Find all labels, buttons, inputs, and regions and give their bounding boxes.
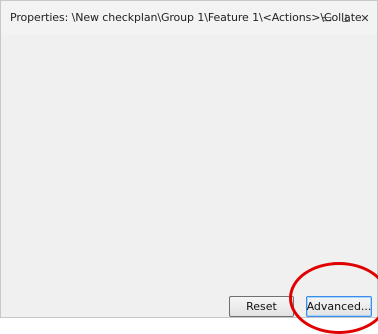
properties-panel: Properties: \New checkplan\Group 1\Featu… — [0, 0, 378, 318]
properties-content-area — [1, 35, 377, 283]
panel-title: Properties: \New checkplan\Group 1\Featu… — [10, 11, 362, 24]
panel-footer: Reset Advanced... — [1, 283, 377, 317]
panel-titlebar: Properties: \New checkplan\Group 1\Featu… — [1, 1, 377, 35]
panel-window-controls: ▭ ⊥ ✕ — [319, 8, 373, 28]
close-icon[interactable]: ✕ — [357, 10, 373, 26]
reset-button[interactable]: Reset — [229, 296, 294, 317]
advanced-button[interactable]: Advanced... — [306, 296, 372, 317]
pin-icon[interactable]: ⊥ — [338, 10, 354, 26]
restore-icon[interactable]: ▭ — [319, 10, 335, 26]
